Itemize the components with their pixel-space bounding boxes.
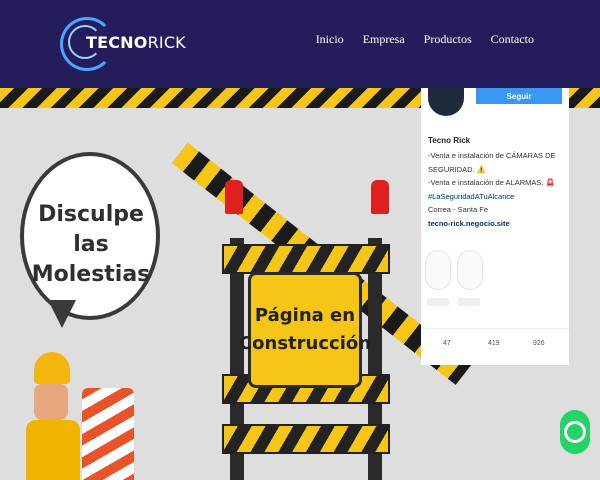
story-highlight[interactable] [457, 250, 483, 290]
profile-avatar[interactable] [428, 88, 464, 116]
logo-icon [60, 17, 114, 71]
whatsapp-icon[interactable] [560, 410, 590, 454]
nav-link-contacto[interactable]: Contacto [491, 32, 534, 47]
speech-bubble-tail [48, 300, 76, 328]
highlight-label-placeholder [458, 298, 480, 306]
stat-value: 926 [533, 340, 545, 347]
bubble-line-2: Molestias [31, 262, 151, 287]
nav-link-empresa[interactable]: Empresa [363, 32, 405, 47]
barrier-board-top [222, 244, 390, 274]
warning-lamp-right [371, 180, 389, 214]
story-highlight[interactable] [425, 250, 451, 290]
striped-barricade [82, 388, 134, 480]
construction-sign: Página en Construcción [239, 272, 371, 388]
warning-lamp-left [225, 180, 243, 214]
bio-line-cameras: -Venta e instalación de CÁMARAS DE SEGUR… [428, 151, 556, 174]
sign-line-2: Construcción [238, 333, 372, 354]
profile-stats: 47 419 926 [443, 340, 578, 347]
highlight-label-placeholder [427, 298, 449, 306]
bio-location: Correa - Santa Fe [428, 205, 489, 214]
nav-link-inicio[interactable]: Inicio [316, 32, 344, 47]
divider [421, 328, 569, 329]
worker-helmet [34, 352, 70, 384]
stat-value: 419 [488, 340, 500, 347]
follow-button[interactable]: Seguir [476, 88, 562, 104]
speech-bubble-text: Disculpe las Molestias [28, 200, 154, 290]
barrier-board-bottom [222, 424, 390, 454]
logo-text-rick: RICK [147, 32, 186, 52]
nav-link-productos[interactable]: Productos [424, 32, 472, 47]
profile-link[interactable]: tecno-rick.negocio.site [428, 217, 566, 231]
worker-body [26, 420, 80, 480]
worker-face [34, 384, 68, 420]
main-nav: Inicio Empresa Productos Contacto [316, 32, 534, 47]
navbar: TECNORICK Inicio Empresa Productos Conta… [0, 0, 600, 88]
bio-hashtag[interactable]: #LaSeguridadATuAlcance [428, 190, 566, 204]
sign-line-1: Página en [254, 305, 356, 326]
bubble-line-1: Disculpe las [38, 202, 144, 257]
site-logo[interactable]: TECNORICK [60, 17, 186, 71]
stat-value: 47 [443, 340, 451, 347]
profile-name: Tecno Rick [428, 136, 471, 145]
bio-line-alarms: -Venta e instalación de ALARMAS. 🚨 [428, 178, 555, 187]
instagram-widget: Seguir Tecno Rick -Venta e instalación d… [421, 88, 569, 365]
profile-bio: -Venta e instalación de CÁMARAS DE SEGUR… [428, 149, 566, 230]
